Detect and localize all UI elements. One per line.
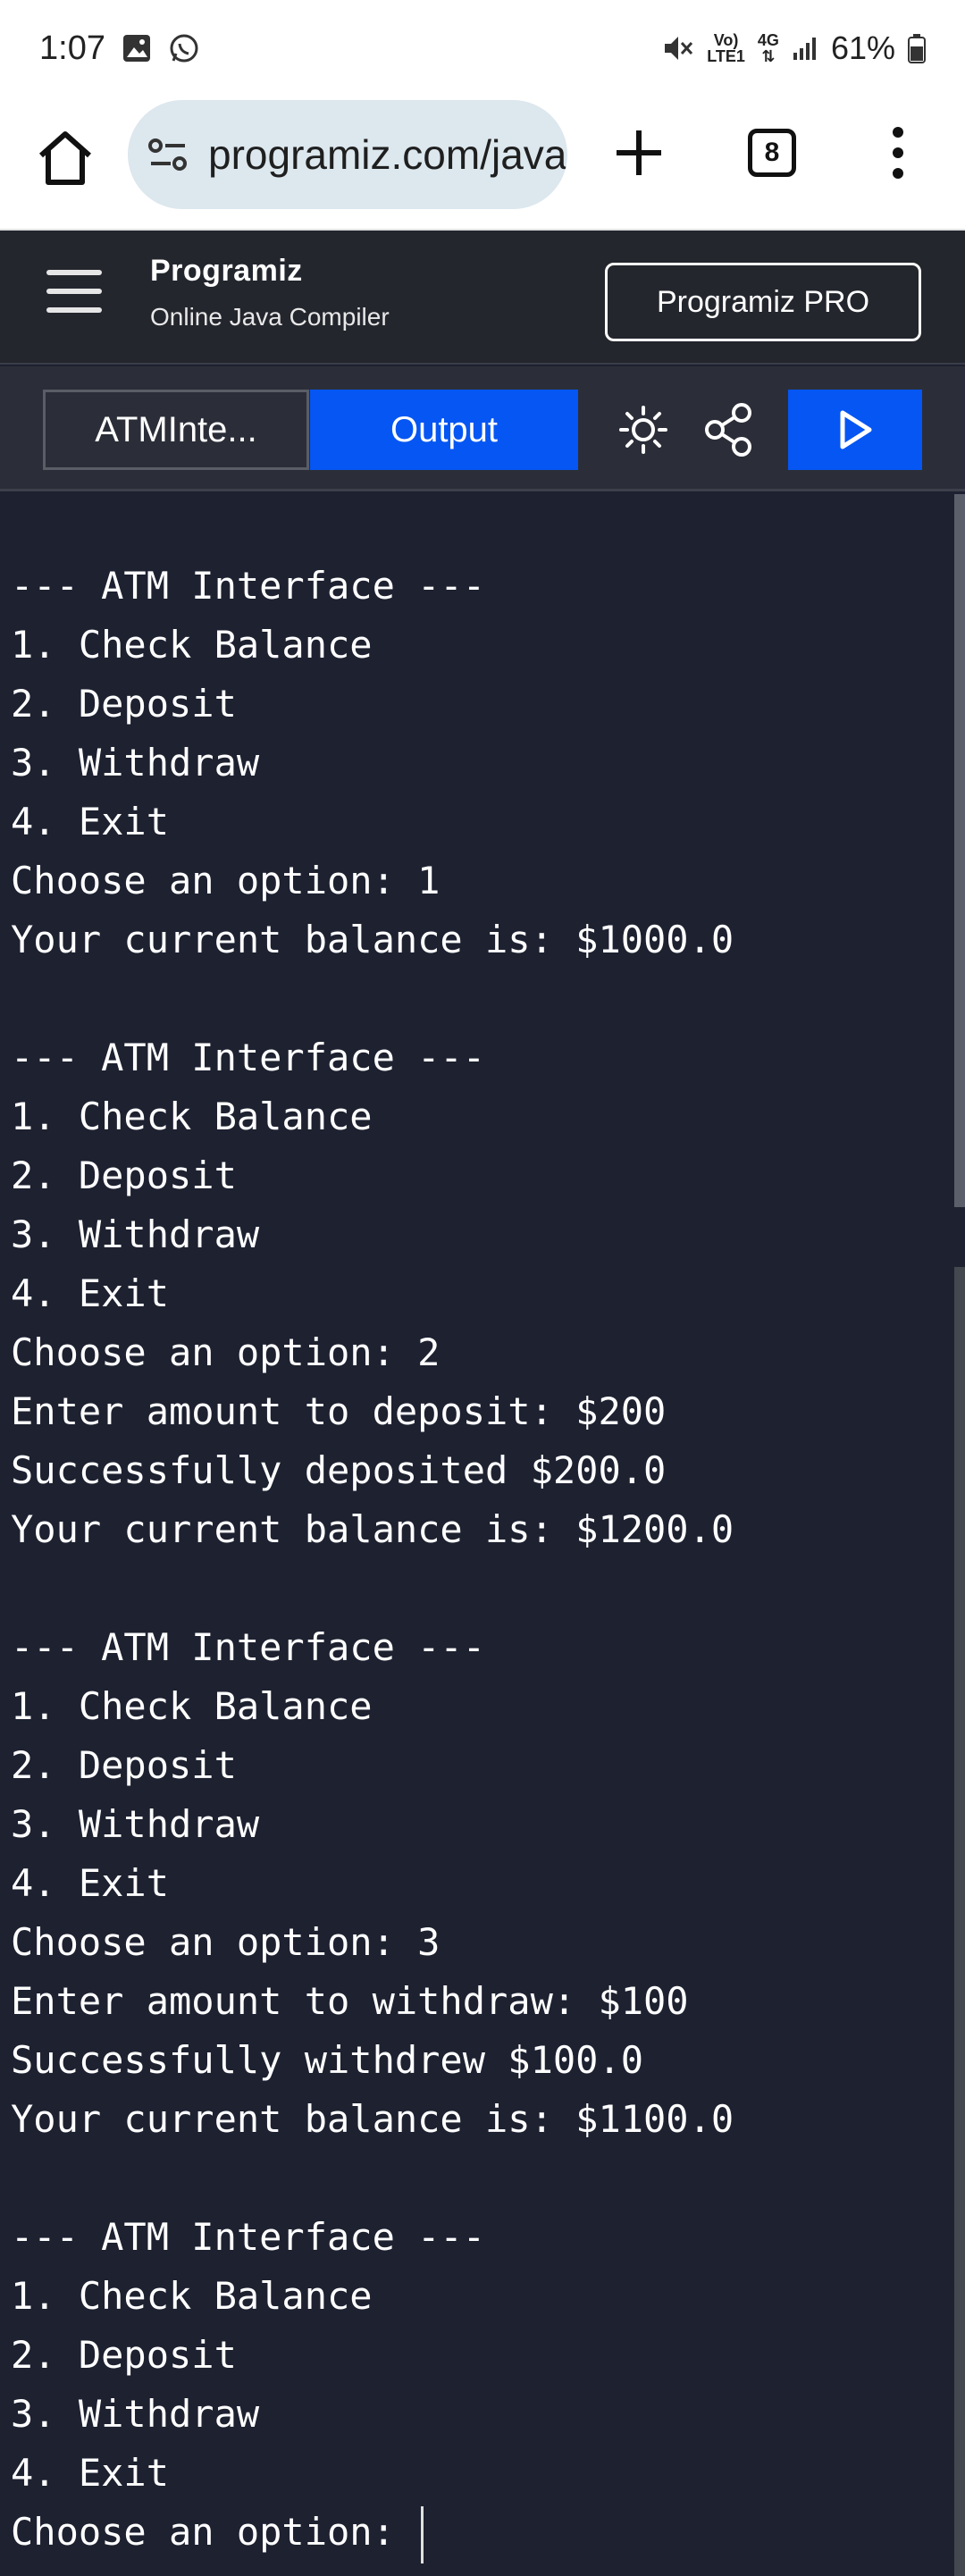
status-bar: 1:07 Vo) LTE1 4G ⇅ 61% (0, 0, 965, 96)
scrollbar-thumb[interactable] (954, 494, 965, 1207)
brand-subtitle: Online Java Compiler (150, 303, 390, 331)
output-console[interactable]: --- ATM Interface --- 1. Check Balance 2. … (0, 494, 965, 2576)
console-line: 1. Check Balance (11, 2274, 373, 2318)
text-cursor (421, 2505, 424, 2563)
tab-switcher-button[interactable]: 8 (748, 129, 796, 177)
console-line: --- ATM Interface --- (11, 1036, 486, 1079)
console-input-line[interactable]: Choose an option: (11, 2503, 734, 2563)
browser-toolbar: programiz.com/java 8 (0, 96, 965, 231)
console-line: 4. Exit (11, 800, 170, 843)
hamburger-menu-icon[interactable] (46, 270, 102, 313)
console-line: Your current balance is: $1100.0 (11, 2097, 734, 2141)
site-header: Programiz Online Java Compiler Programiz… (0, 231, 965, 365)
console-line: Successfully deposited $200.0 (11, 1448, 667, 1492)
console-line: 2. Deposit (11, 1154, 237, 1197)
battery-percent: 61% (830, 29, 895, 66)
play-icon (840, 410, 872, 449)
brand[interactable]: Programiz Online Java Compiler (150, 254, 390, 331)
mute-icon (665, 37, 693, 60)
console-line: --- ATM Interface --- (11, 1625, 486, 1669)
status-time: 1:07 (39, 29, 105, 67)
volte-bottom: LTE1 (707, 47, 745, 65)
console-line: 3. Withdraw (11, 741, 260, 785)
volte-top: Vo) (713, 31, 739, 49)
run-button[interactable] (788, 390, 922, 470)
data-arrows-icon: ⇅ (761, 47, 776, 65)
console-line: Your current balance is: $1200.0 (11, 1507, 734, 1551)
network-type: 4G (757, 31, 779, 49)
scrollbar[interactable] (954, 494, 965, 2576)
console-line: 4. Exit (11, 1861, 170, 1905)
site-settings-icon[interactable] (147, 137, 189, 172)
console-line: Choose an option: 3 (11, 1920, 441, 1964)
more-menu-icon[interactable] (885, 122, 911, 184)
signal-icon (793, 38, 816, 60)
console-line: 4. Exit (11, 2451, 170, 2495)
compiler-toolbar: ATMInte... Output (0, 366, 965, 491)
console-output: --- ATM Interface --- 1. Check Balance 2. … (11, 557, 734, 2563)
console-line: 3. Withdraw (11, 2392, 260, 2436)
console-line: 3. Withdraw (11, 1212, 260, 1256)
gallery-icon (122, 35, 150, 62)
console-line: --- ATM Interface --- (11, 564, 486, 608)
console-line: Choose an option: 1 (11, 859, 441, 902)
status-left: 1:07 (39, 29, 200, 68)
battery-icon (908, 34, 926, 63)
share-icon[interactable] (702, 390, 756, 470)
console-line: Successfully withdrew $100.0 (11, 2038, 644, 2082)
console-line: 1. Check Balance (11, 1095, 373, 1138)
new-tab-icon[interactable] (608, 122, 670, 184)
programiz-pro-button[interactable]: Programiz PRO (605, 263, 921, 341)
url-text: programiz.com/java (208, 131, 567, 178)
status-right: Vo) LTE1 4G ⇅ 61% (662, 29, 926, 67)
console-line: 1. Check Balance (11, 1684, 373, 1728)
console-line: 2. Deposit (11, 682, 237, 726)
console-line: Choose an option: 2 (11, 1330, 441, 1374)
console-line: Enter amount to withdraw: $100 (11, 1979, 689, 2023)
console-line: 2. Deposit (11, 1743, 237, 1787)
scrollbar-lower (954, 1267, 965, 2576)
network-type-indicator: 4G ⇅ (758, 32, 779, 64)
tab-count: 8 (764, 138, 780, 167)
console-line: 3. Withdraw (11, 1802, 260, 1846)
theme-toggle-icon[interactable] (617, 390, 670, 470)
console-line: Enter amount to deposit: $200 (11, 1389, 667, 1433)
console-line: --- ATM Interface --- (11, 2215, 486, 2259)
console-line: 2. Deposit (11, 2333, 237, 2377)
console-line: Your current balance is: $1000.0 (11, 918, 734, 961)
tab-output[interactable]: Output (310, 390, 578, 470)
whatsapp-icon (170, 34, 198, 63)
volte-indicator: Vo) LTE1 (707, 32, 745, 64)
console-prompt: Choose an option: (11, 2510, 418, 2554)
console-line: 1. Check Balance (11, 623, 373, 667)
tab-file[interactable]: ATMInte... (43, 390, 309, 470)
console-line: 4. Exit (11, 1271, 170, 1315)
address-bar[interactable]: programiz.com/java (128, 100, 567, 209)
brand-logo: Programiz (150, 254, 303, 288)
home-icon[interactable] (34, 127, 96, 189)
